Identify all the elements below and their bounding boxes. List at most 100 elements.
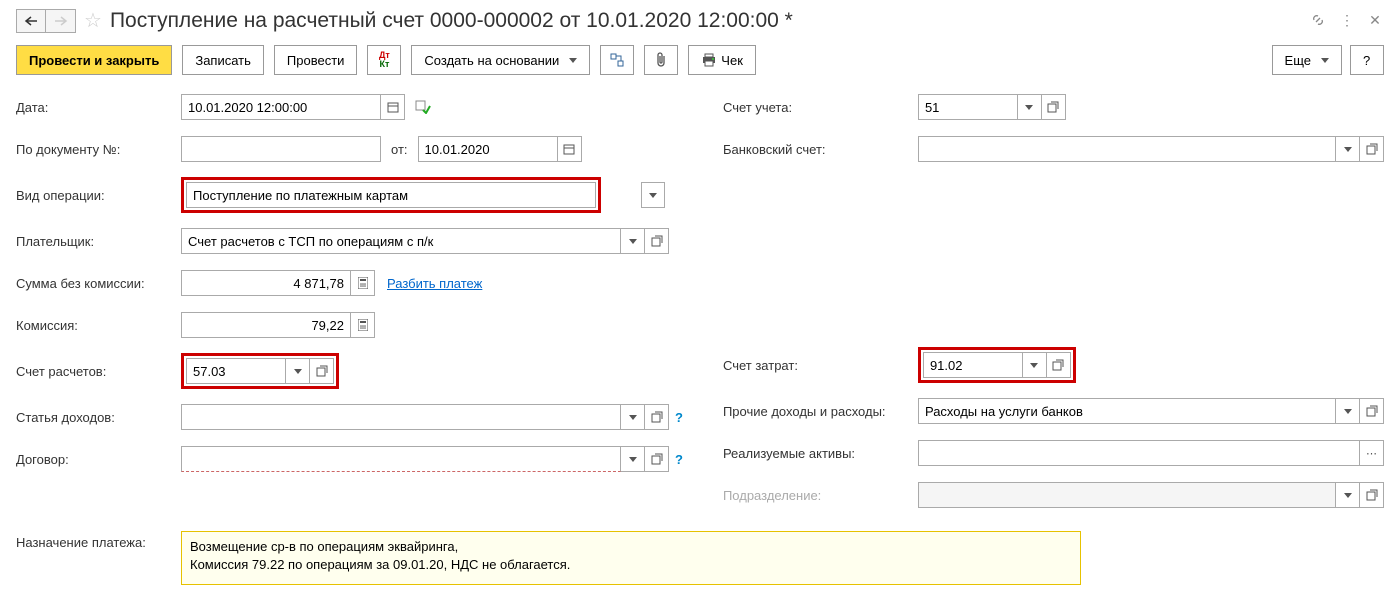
settle-acc-highlight (181, 353, 339, 389)
subdivision-label: Подразделение: (723, 488, 918, 503)
sum-input[interactable] (181, 270, 351, 296)
settle-acc-label: Счет расчетов: (16, 364, 181, 379)
more-button[interactable]: Еще (1272, 45, 1342, 75)
kebab-menu-icon[interactable]: ⋮ (1338, 12, 1356, 30)
open-icon (1052, 359, 1064, 371)
structure-icon (609, 52, 625, 68)
split-payment-link[interactable]: Разбить платеж (387, 276, 482, 291)
sum-label: Сумма без комиссии: (16, 276, 181, 291)
open-icon (651, 411, 663, 423)
calendar-icon (563, 143, 575, 155)
income-open[interactable] (645, 404, 669, 430)
contract-dropdown[interactable] (621, 446, 645, 472)
other-income-label: Прочие доходы и расходы: (723, 404, 918, 419)
calculator-icon (358, 277, 368, 289)
subdivision-input (918, 482, 1336, 508)
attachment-button[interactable] (644, 45, 678, 75)
cost-acc-label: Счет затрат: (723, 358, 918, 373)
account-dropdown[interactable] (1018, 94, 1042, 120)
calculator-icon (358, 319, 368, 331)
dt-kt-icon: ДтКт (379, 51, 390, 69)
close-icon[interactable]: ✕ (1366, 12, 1384, 30)
date-input[interactable] (181, 94, 381, 120)
commission-input[interactable] (181, 312, 351, 338)
doc-date-input[interactable] (418, 136, 558, 162)
arrow-left-icon (24, 16, 38, 26)
other-income-input[interactable] (918, 398, 1336, 424)
calendar-button-2[interactable] (558, 136, 582, 162)
settle-acc-input[interactable] (186, 358, 286, 384)
bank-acc-input[interactable] (918, 136, 1336, 162)
open-icon (651, 235, 663, 247)
doc-no-label: По документу №: (16, 142, 181, 157)
printer-icon (701, 53, 717, 67)
open-icon (1047, 101, 1059, 113)
purpose-label: Назначение платежа: (16, 531, 181, 550)
from-label: от: (391, 142, 408, 157)
bank-acc-label: Банковский счет: (723, 142, 918, 157)
dt-kt-button[interactable]: ДтКт (367, 45, 401, 75)
help-button[interactable]: ? (1350, 45, 1384, 75)
paperclip-icon (654, 52, 668, 68)
income-help-icon[interactable]: ? (675, 410, 683, 425)
structure-button[interactable] (600, 45, 634, 75)
arrow-right-icon (54, 16, 68, 26)
income-dropdown[interactable] (621, 404, 645, 430)
subdivision-dropdown[interactable] (1336, 482, 1360, 508)
open-icon (316, 365, 328, 377)
status-flag-icon[interactable] (415, 100, 431, 114)
other-income-open[interactable] (1360, 398, 1384, 424)
op-type-input[interactable] (186, 182, 596, 208)
cost-acc-open[interactable] (1047, 352, 1071, 378)
other-income-dropdown[interactable] (1336, 398, 1360, 424)
create-based-button[interactable]: Создать на основании (411, 45, 590, 75)
subdivision-open[interactable] (1360, 482, 1384, 508)
op-type-highlight (181, 177, 601, 213)
income-item-label: Статья доходов: (16, 410, 181, 425)
bank-acc-open[interactable] (1360, 136, 1384, 162)
contract-help-icon[interactable]: ? (675, 452, 683, 467)
cheque-button[interactable]: Чек (688, 45, 756, 75)
page-title: Поступление на расчетный счет 0000-00000… (110, 9, 1310, 33)
open-icon (1366, 405, 1378, 417)
payer-input[interactable] (181, 228, 621, 254)
op-type-label: Вид операции: (16, 188, 181, 203)
account-open[interactable] (1042, 94, 1066, 120)
date-label: Дата: (16, 100, 181, 115)
realizable-label: Реализуемые активы: (723, 446, 918, 461)
realizable-input[interactable] (918, 440, 1360, 466)
account-label: Счет учета: (723, 100, 918, 115)
doc-no-input[interactable] (181, 136, 381, 162)
op-type-dropdown[interactable] (641, 182, 665, 208)
nav-forward-button[interactable] (46, 9, 76, 33)
cost-acc-dropdown[interactable] (1023, 352, 1047, 378)
account-input[interactable] (918, 94, 1018, 120)
bank-acc-dropdown[interactable] (1336, 136, 1360, 162)
cost-acc-input[interactable] (923, 352, 1023, 378)
settle-acc-dropdown[interactable] (286, 358, 310, 384)
nav-back-button[interactable] (16, 9, 46, 33)
income-item-input[interactable] (181, 404, 621, 430)
calendar-button[interactable] (381, 94, 405, 120)
contract-input[interactable] (181, 446, 621, 472)
open-icon (651, 453, 663, 465)
post-and-close-button[interactable]: Провести и закрыть (16, 45, 172, 75)
favorite-star-icon[interactable]: ☆ (84, 8, 102, 33)
contract-open[interactable] (645, 446, 669, 472)
calculator-button-2[interactable] (351, 312, 375, 338)
open-icon (1366, 489, 1378, 501)
payer-open[interactable] (645, 228, 669, 254)
cost-acc-highlight (918, 347, 1076, 383)
payer-dropdown[interactable] (621, 228, 645, 254)
realizable-more[interactable]: ⋯ (1360, 440, 1384, 466)
settle-acc-open[interactable] (310, 358, 334, 384)
link-icon[interactable] (1310, 12, 1328, 30)
open-icon (1366, 143, 1378, 155)
commission-label: Комиссия: (16, 318, 181, 333)
calculator-button[interactable] (351, 270, 375, 296)
purpose-textarea[interactable] (181, 531, 1081, 585)
calendar-icon (387, 101, 399, 113)
payer-label: Плательщик: (16, 234, 181, 249)
post-button[interactable]: Провести (274, 45, 358, 75)
write-button[interactable]: Записать (182, 45, 264, 75)
